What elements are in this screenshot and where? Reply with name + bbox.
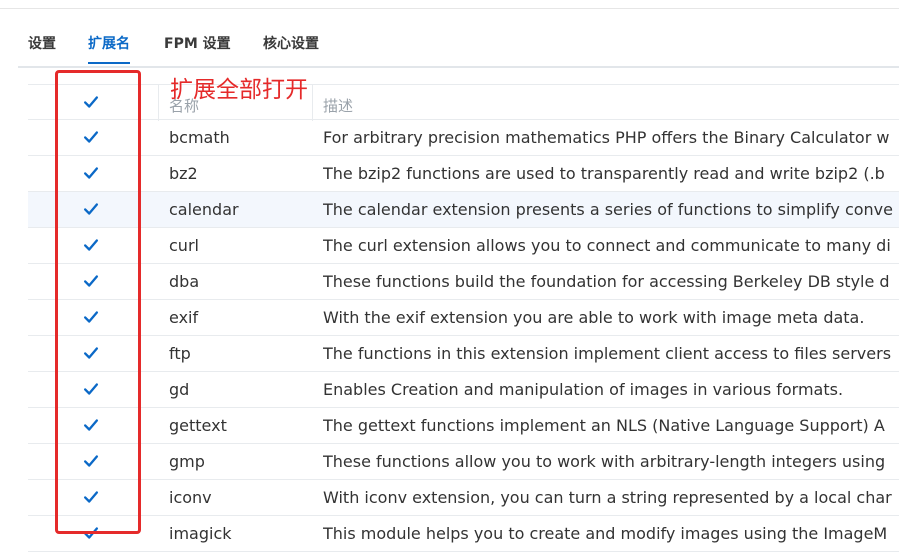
annotation-text: 扩展全部打开 — [170, 77, 308, 103]
tab-core-settings[interactable]: 核心设置 — [263, 28, 319, 64]
extension-description: With the exif extension you are able to … — [323, 308, 865, 327]
checkmark-icon — [82, 308, 100, 326]
checkmark-icon — [82, 164, 100, 182]
table-header-row: 名称 描述 — [28, 84, 899, 121]
table-row[interactable]: bcmath For arbitrary precision mathematic… — [28, 120, 899, 156]
row-checkbox[interactable] — [82, 524, 102, 544]
table-row[interactable]: curl The curl extension allows you to con… — [28, 228, 899, 264]
row-checkbox[interactable] — [82, 488, 102, 508]
checkmark-icon — [82, 344, 100, 362]
tab-bar: 设置 扩展名 FPM 设置 核心设置 — [18, 28, 899, 66]
extension-name: bcmath — [169, 128, 230, 147]
tab-fpm-settings[interactable]: FPM 设置 — [164, 28, 231, 64]
checkmark-icon — [82, 236, 100, 254]
extension-description: These functions allow you to work with a… — [323, 452, 886, 471]
row-checkbox[interactable] — [82, 200, 102, 220]
row-checkbox[interactable] — [82, 272, 102, 292]
row-checkbox[interactable] — [82, 164, 102, 184]
row-checkbox[interactable] — [82, 380, 102, 400]
extension-description: The curl extension allows you to connect… — [323, 236, 891, 255]
checkmark-icon — [82, 128, 100, 146]
row-checkbox[interactable] — [82, 128, 102, 148]
extension-name: imagick — [169, 524, 232, 543]
top-border — [0, 8, 899, 9]
row-checkbox[interactable] — [82, 452, 102, 472]
table-row[interactable]: calendar The calendar extension presents … — [28, 192, 899, 228]
extension-name: calendar — [169, 200, 239, 219]
table-row[interactable]: ftp The functions in this extension imple… — [28, 336, 899, 372]
row-checkbox[interactable] — [82, 416, 102, 436]
table-row[interactable]: exif With the exif extension you are able… — [28, 300, 899, 336]
checkmark-icon — [82, 416, 100, 434]
extension-description: The gettext functions implement an NLS (… — [323, 416, 885, 435]
table-row[interactable]: bz2 The bzip2 functions are used to trans… — [28, 156, 899, 192]
table-row[interactable]: imagick This module helps you to create a… — [28, 516, 899, 552]
extension-name: bz2 — [169, 164, 198, 183]
checkmark-icon — [82, 452, 100, 470]
row-checkbox[interactable] — [82, 308, 102, 328]
extension-name: iconv — [169, 488, 212, 507]
extension-description: This module helps you to create and modi… — [323, 524, 888, 543]
extension-description: The calendar extension presents a series… — [323, 200, 893, 219]
checkmark-icon — [82, 200, 100, 218]
checkmark-icon — [82, 93, 100, 111]
extension-name: gd — [169, 380, 190, 399]
extension-name: curl — [169, 236, 199, 255]
extension-description: For arbitrary precision mathematics PHP … — [323, 128, 890, 147]
extension-name: gmp — [169, 452, 205, 471]
extension-description: The bzip2 functions are used to transpar… — [323, 164, 885, 183]
table-row[interactable]: iconv With iconv extension, you can turn … — [28, 480, 899, 516]
table-row[interactable]: gettext The gettext functions implement a… — [28, 408, 899, 444]
extension-name: gettext — [169, 416, 227, 435]
extensions-table: 名称 描述 bcmath For arbitrary precision math… — [28, 84, 899, 552]
table-row[interactable]: dba These functions build the foundation … — [28, 264, 899, 300]
checkmark-icon — [82, 488, 100, 506]
row-checkbox[interactable] — [82, 344, 102, 364]
extension-description: These functions build the foundation for… — [323, 272, 890, 291]
checkmark-icon — [82, 272, 100, 290]
column-header-desc[interactable]: 描述 — [323, 88, 899, 124]
select-all-checkbox[interactable] — [82, 93, 102, 113]
column-divider — [312, 85, 313, 121]
table-row[interactable]: gmp These functions allow you to work wit… — [28, 444, 899, 480]
tab-settings[interactable]: 设置 — [28, 28, 56, 64]
checkmark-icon — [82, 380, 100, 398]
tab-extensions[interactable]: 扩展名 — [88, 28, 130, 64]
extension-description: Enables Creation and manipulation of ima… — [323, 380, 844, 399]
table-row[interactable]: gd Enables Creation and manipulation of i… — [28, 372, 899, 408]
checkmark-icon — [82, 524, 100, 542]
row-checkbox[interactable] — [82, 236, 102, 256]
tab-divider — [18, 66, 899, 68]
extension-description: With iconv extension, you can turn a str… — [323, 488, 892, 507]
extension-description: The functions in this extension implemen… — [323, 344, 892, 363]
extension-name: exif — [169, 308, 199, 327]
column-divider — [158, 85, 159, 121]
extension-name: ftp — [169, 344, 191, 363]
extension-name: dba — [169, 272, 200, 291]
